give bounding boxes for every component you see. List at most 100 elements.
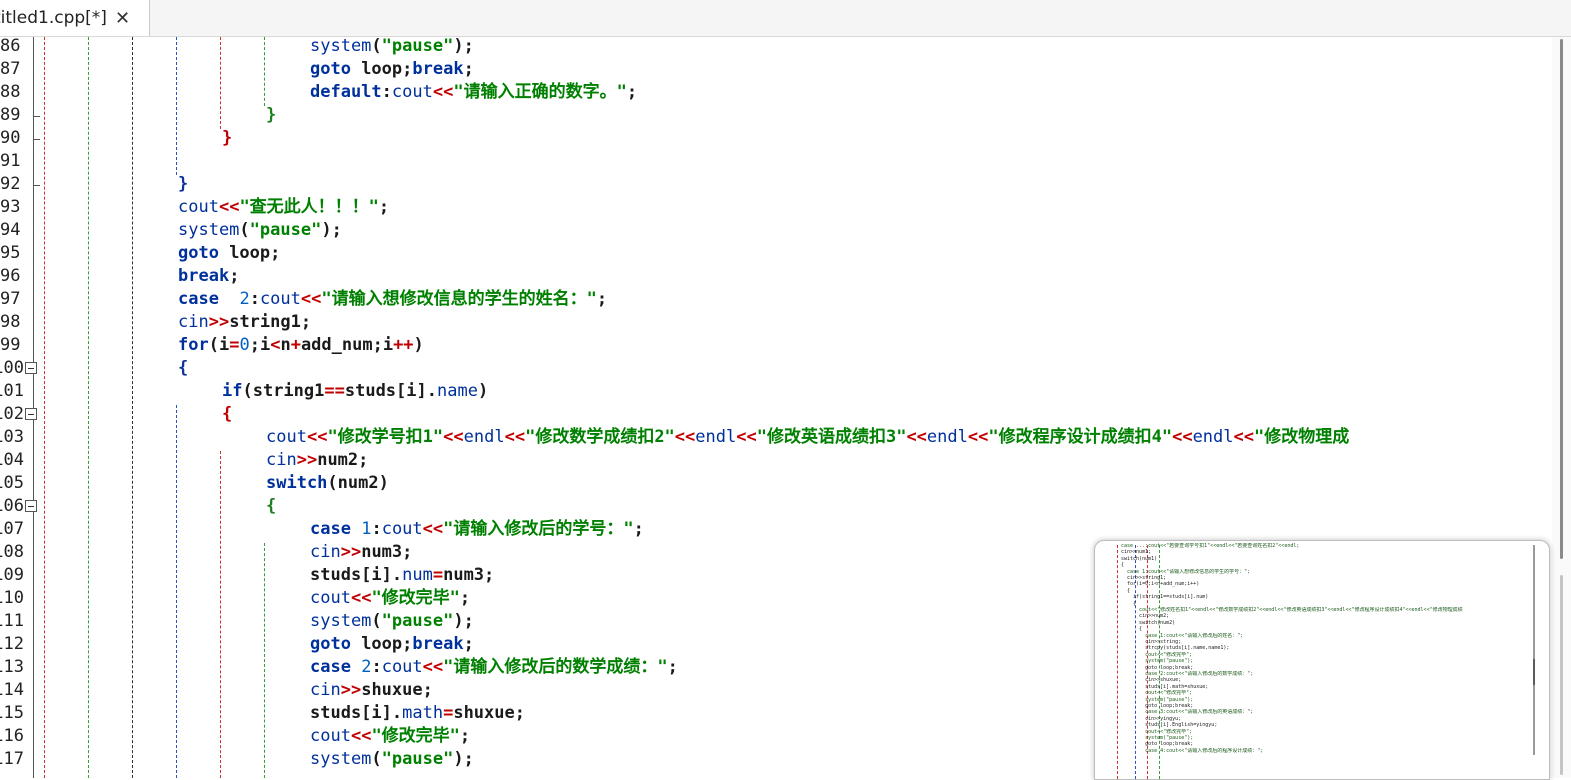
code-token: ); — [453, 611, 474, 631]
preview-line: { — [1121, 587, 1131, 594]
code-line[interactable]: } — [222, 127, 232, 150]
fold-toggle-icon[interactable] — [25, 500, 37, 512]
code-line[interactable]: cin>>num2; — [266, 449, 368, 472]
code-token: case — [178, 289, 219, 309]
code-token: goto — [310, 634, 351, 654]
code-preview-popup: case ...:cout<<"若要查询学号扣1"<<endl<<"若要查询姓名… — [1094, 540, 1550, 780]
code-line[interactable]: } — [266, 104, 276, 127]
code-token: system — [178, 220, 240, 240]
code-line[interactable]: for(i=0;i<n+add_num;i++) — [178, 334, 424, 357]
line-number: 87 — [0, 59, 21, 79]
code-line[interactable]: system("pause"); — [310, 748, 474, 771]
preview-line: cin>>num2; — [1121, 613, 1170, 620]
line-number: 108 — [0, 542, 24, 562]
code-token: ; — [626, 82, 638, 102]
code-line[interactable]: cout<<"修改完毕"; — [310, 725, 470, 748]
preview-line: system("pause"); — [1121, 696, 1194, 703]
code-line[interactable]: system("pause"); — [310, 610, 474, 633]
code-line[interactable]: case 2:cout<<"请输入修改后的数学成绩："; — [310, 656, 678, 679]
code-line[interactable]: if(string1==studs[i].name) — [222, 380, 488, 403]
preview-line: goto loop;break; — [1121, 703, 1194, 709]
code-line[interactable]: goto loop;break; — [310, 633, 474, 656]
preview-line: case ...:cout<<"若要查询学号扣1"<<endl<<"若要查询姓名… — [1121, 543, 1300, 549]
code-line[interactable]: cin>>shuxue; — [310, 679, 433, 702]
code-line[interactable]: case 2:cout<<"请输入想修改信息的学生的姓名："; — [178, 288, 607, 311]
code-token: = — [432, 565, 444, 585]
code-line[interactable]: cin>>string1; — [178, 311, 311, 334]
code-token: num3; — [443, 565, 495, 585]
fold-toggle-icon[interactable] — [25, 362, 37, 374]
code-token: math — [402, 703, 444, 723]
code-token: ) — [477, 381, 489, 401]
code-token: cout — [381, 519, 423, 539]
preview-line: cin>>yingyu; — [1121, 715, 1182, 722]
code-token: num2; — [317, 450, 369, 470]
code-token: system — [310, 611, 372, 631]
code-token: "pause" — [381, 611, 454, 631]
code-line[interactable]: case 1:cout<<"请输入修改后的学号："; — [310, 518, 644, 541]
code-token: << — [674, 427, 696, 447]
line-gutter: 86 87 88 89 90 91 92 93 94 95 96 97 98 99 100 101 102 103… — [0, 37, 44, 778]
code-token: ; — [378, 197, 390, 217]
code-line[interactable]: goto loop; — [178, 242, 280, 265]
code-token: << — [906, 427, 927, 447]
code-token: break — [412, 634, 464, 654]
preview-line: goto loop;break; — [1121, 664, 1194, 671]
fold-toggle-icon[interactable] — [25, 408, 37, 420]
line-number: 104 — [0, 450, 24, 470]
line-number: 88 — [0, 82, 21, 102]
code-line[interactable]: { — [178, 357, 188, 380]
code-line[interactable]: goto loop;break; — [310, 58, 474, 81]
code-token: << — [300, 289, 322, 309]
code-token: 2 — [361, 657, 372, 677]
preview-line: cin>>num1; — [1121, 549, 1152, 556]
code-token: ); — [453, 37, 474, 56]
code-token: break — [178, 266, 230, 286]
code-token: >> — [208, 312, 230, 332]
fold-end-marker — [33, 116, 40, 117]
tab-untitled1[interactable]: titled1.cpp[*] ✕ — [0, 0, 150, 36]
code-line[interactable]: { — [222, 403, 232, 426]
code-token: ); — [321, 220, 342, 240]
code-token: "修改完毕" — [371, 726, 460, 746]
code-line[interactable]: studs[i].math=shuxue; — [310, 702, 525, 725]
code-line[interactable]: default:cout<<"请输入正确的数字。"; — [310, 81, 637, 104]
line-number: 113 — [0, 657, 24, 677]
code-token: goto — [310, 59, 351, 79]
code-line[interactable]: } — [178, 173, 188, 196]
code-line[interactable]: system("pause"); — [178, 219, 342, 242]
code-token: ; — [459, 726, 471, 746]
preview-line: cin>>string1; — [1121, 575, 1167, 581]
code-line[interactable]: break; — [178, 265, 239, 288]
code-line[interactable]: cout<<"查无此人！！！"; — [178, 196, 389, 219]
code-line[interactable]: switch(num2) — [266, 472, 389, 495]
code-line[interactable]: system("pause"); — [310, 37, 474, 58]
code-token: ( — [371, 611, 382, 631]
line-number: 117 — [0, 749, 24, 769]
indent-guide — [44, 37, 45, 778]
code-token: "修改学号扣1" — [327, 427, 444, 447]
vertical-scrollbar[interactable] — [1552, 37, 1571, 778]
code-token: "pause" — [381, 749, 454, 769]
code-token: { — [178, 358, 189, 378]
code-line[interactable]: cout<<"修改学号扣1"<<endl<<"修改数学成绩扣2"<<endl<<… — [266, 426, 1349, 449]
preview-line: case 2:cout<<"请输入修改后的数学成绩："; — [1121, 671, 1254, 677]
code-token: + — [290, 335, 301, 355]
code-token: ++ — [393, 335, 414, 355]
code-line[interactable]: cout<<"修改完毕"; — [310, 587, 470, 610]
code-token: << — [967, 427, 989, 447]
indent-guide — [220, 451, 221, 778]
line-number: 90 — [0, 128, 21, 148]
code-token: ; — [633, 519, 644, 539]
line-number: 94 — [0, 220, 21, 240]
code-token: "修改英语成绩扣3" — [756, 427, 907, 447]
code-line[interactable]: { — [266, 495, 276, 518]
close-icon[interactable]: ✕ — [115, 8, 130, 29]
scrollbar-thumb[interactable] — [1560, 39, 1563, 559]
code-line[interactable]: studs[i].num=num3; — [310, 564, 494, 587]
code-token: << — [422, 657, 444, 677]
code-token: add_num;i — [300, 335, 394, 355]
code-line[interactable]: cin>>num3; — [310, 541, 412, 564]
code-token: 0 — [239, 335, 250, 355]
